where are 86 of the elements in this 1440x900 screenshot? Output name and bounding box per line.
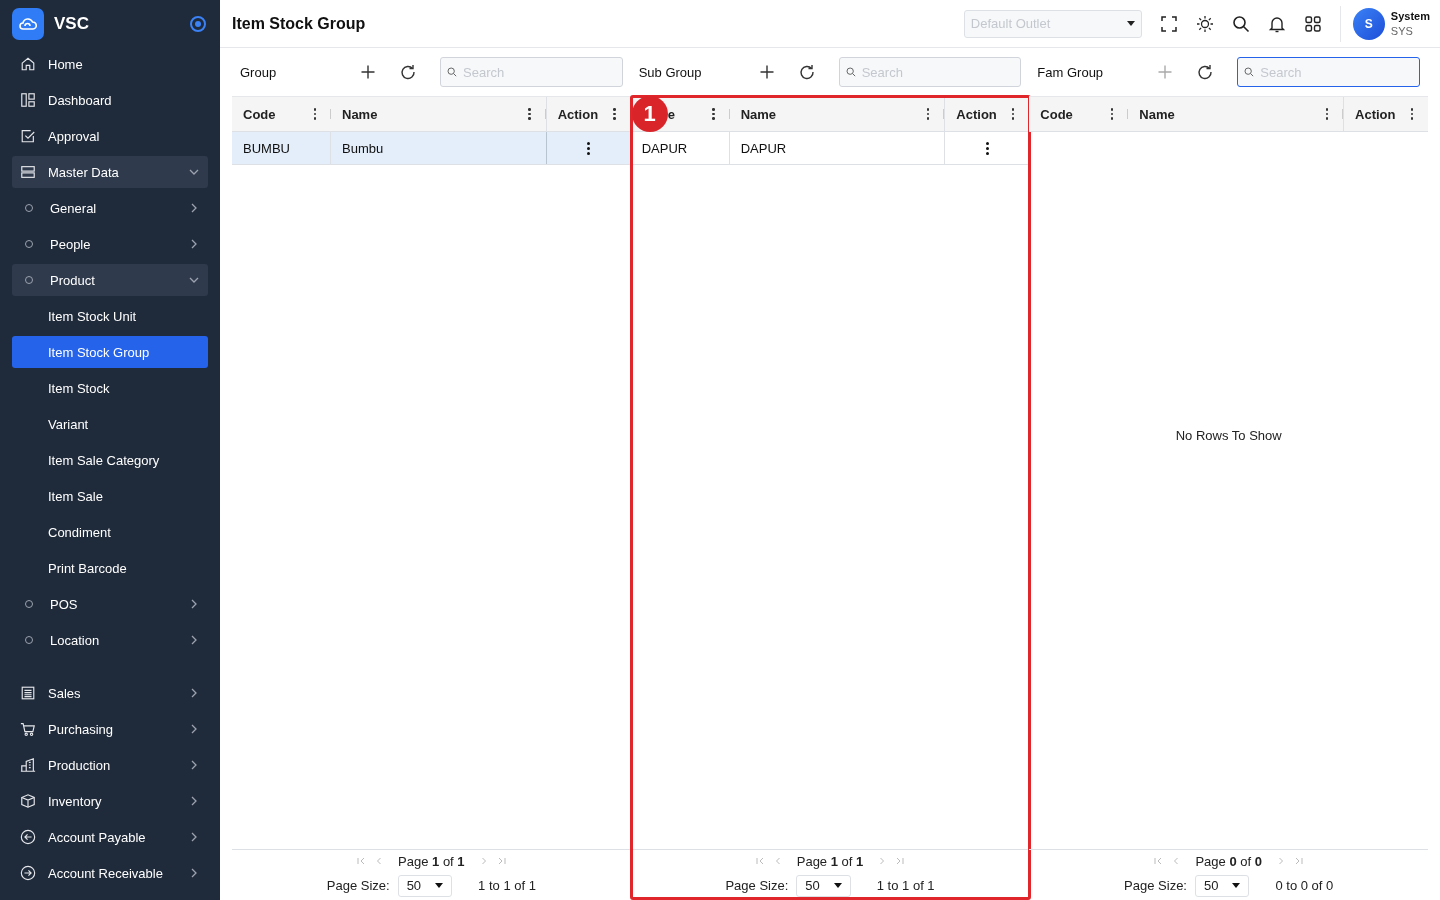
panel-title: Fam Group	[1037, 64, 1105, 80]
caret-icon	[1126, 21, 1135, 26]
page-size-label: Page Size:	[725, 878, 789, 893]
add-icon[interactable]	[758, 64, 775, 80]
sidebar-item[interactable]: Account Payable	[12, 821, 208, 853]
grid-icon[interactable]	[1303, 14, 1322, 33]
sidebar-item[interactable]: People	[12, 228, 208, 260]
table-cell: DAPUR	[740, 140, 787, 156]
search-icon[interactable]	[1231, 14, 1250, 33]
page-size-label: Page Size:	[1124, 878, 1187, 893]
home-icon	[20, 56, 36, 72]
page-size-label: Page Size:	[326, 878, 390, 893]
caret-icon	[435, 883, 444, 888]
column-header[interactable]: Name	[331, 97, 546, 131]
table-row[interactable]: BUMBU Bumbu	[232, 132, 631, 165]
sidebar-item[interactable]: Inventory	[12, 785, 208, 817]
sidebar-item[interactable]: Account Receivable	[12, 857, 208, 889]
building-icon	[20, 757, 36, 773]
sidebar-item[interactable]: POS	[12, 588, 208, 620]
radio-icon[interactable]	[190, 16, 206, 32]
caret-icon	[833, 883, 842, 888]
arrow-left-circle-icon	[20, 829, 36, 845]
sidebar-item[interactable]: Item Stock	[12, 372, 208, 404]
caret-icon	[1232, 883, 1241, 888]
panel-title: Sub Group	[638, 64, 703, 80]
user-name: System	[1390, 8, 1430, 24]
cloud-logo-icon	[12, 8, 44, 40]
fullscreen-icon[interactable]	[1159, 14, 1178, 33]
sidebar-item[interactable]: Purchasing	[12, 713, 208, 745]
page-indicator: Page 0 of 0	[1195, 853, 1262, 869]
sidebar-item[interactable]: Variant	[12, 408, 208, 440]
add-icon[interactable]	[360, 64, 376, 80]
column-header[interactable]: Action	[545, 97, 631, 131]
search-icon	[1244, 67, 1255, 77]
column-header[interactable]: Code	[232, 97, 331, 131]
user-avatar[interactable]: S	[1352, 7, 1385, 40]
row-range: 1 to 1 of 1	[478, 878, 536, 893]
search-icon	[845, 67, 856, 77]
brand-name: VSC	[54, 14, 90, 34]
refresh-icon[interactable]	[798, 64, 815, 80]
empty-message: No Rows To Show	[1175, 428, 1282, 443]
sun-icon[interactable]	[1195, 14, 1214, 33]
document-icon	[20, 685, 36, 701]
sidebar-item[interactable]: Approval	[12, 120, 208, 152]
table-cell: Bumbu	[342, 140, 384, 156]
column-header[interactable]: Code	[1029, 97, 1129, 131]
cart-icon	[20, 721, 36, 737]
row-range: 1 to 1 of 1	[876, 878, 935, 893]
server-icon	[20, 164, 36, 180]
column-header[interactable]: Name	[729, 97, 945, 131]
sidebar-item[interactable]: Home	[12, 48, 208, 80]
page-size-select[interactable]: 50	[397, 874, 453, 897]
page-indicator: Page 1 of 1	[398, 853, 465, 869]
table-row[interactable]: DAPUR DAPUR	[630, 132, 1030, 165]
panel-title: Group	[240, 64, 278, 80]
sidebar-item[interactable]: Location	[12, 624, 208, 656]
page-size-select[interactable]: 50	[796, 874, 851, 897]
page-title: Item Stock Group	[232, 14, 367, 33]
checkbox-icon	[20, 128, 36, 144]
table-cell: DAPUR	[641, 140, 688, 156]
refresh-icon[interactable]	[1197, 64, 1214, 80]
user-code: SYS	[1390, 23, 1414, 39]
search-icon	[447, 67, 457, 77]
page-indicator: Page 1 of 1	[796, 853, 864, 869]
row-range: 0 to 0 of 0	[1275, 878, 1334, 893]
sidebar-item[interactable]: Product	[12, 264, 208, 296]
bell-icon[interactable]	[1267, 14, 1286, 33]
sidebar-item[interactable]: Item Sale	[12, 480, 208, 512]
column-header[interactable]: Action	[1343, 97, 1428, 131]
page-size-select[interactable]: 50	[1194, 874, 1250, 897]
sidebar-item[interactable]: Condiment	[12, 516, 208, 548]
sidebar-item[interactable]: Production	[12, 749, 208, 781]
sidebar-item[interactable]: Dashboard	[12, 84, 208, 116]
sidebar-item[interactable]: General	[12, 192, 208, 224]
refresh-icon[interactable]	[400, 64, 416, 80]
sidebar-item[interactable]: Item Stock Unit	[12, 300, 208, 332]
sidebar-item[interactable]: Item Stock Group	[12, 336, 208, 368]
sidebar-item[interactable]: Master Data	[12, 156, 208, 188]
sidebar-item[interactable]: Item Sale Category	[12, 444, 208, 476]
box-icon	[20, 793, 36, 809]
table-cell: BUMBU	[243, 140, 290, 156]
sidebar-item[interactable]: Print Barcode	[12, 552, 208, 584]
sidebar-item[interactable]: Sales	[12, 677, 208, 709]
arrow-right-circle-icon	[20, 865, 36, 881]
column-header[interactable]: Name	[1128, 97, 1343, 131]
dashboard-icon	[20, 92, 36, 108]
